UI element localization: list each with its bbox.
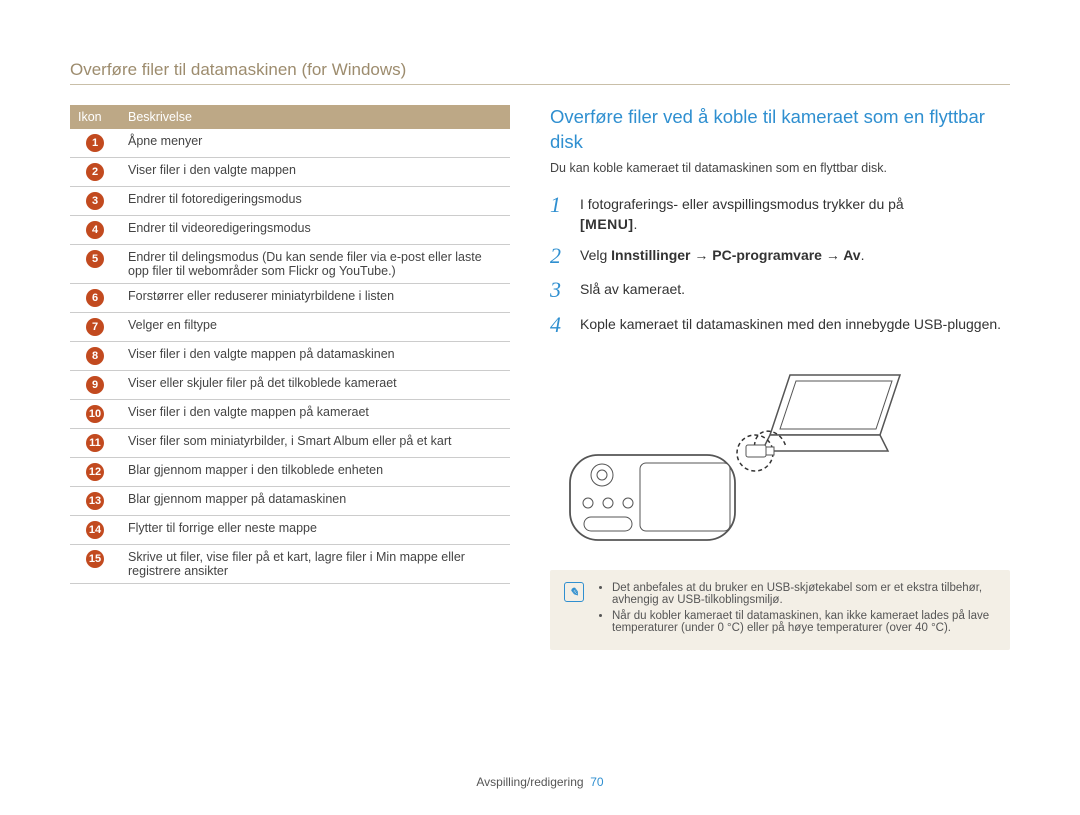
table-row: 7 Velger en filtype — [70, 313, 510, 342]
row-desc: Endrer til videoredigeringsmodus — [120, 216, 510, 245]
row-badge: 8 — [86, 347, 104, 365]
row-badge: 12 — [86, 463, 104, 481]
table-row: 5 Endrer til delingsmodus (Du kan sende f… — [70, 245, 510, 284]
note-box: ✎ Det anbefales at du bruker en USB-skjø… — [550, 570, 1010, 650]
step-number: 3 — [550, 278, 570, 302]
row-badge: 5 — [86, 250, 104, 268]
table-row: 15 Skrive ut filer, vise filer på et kart… — [70, 545, 510, 584]
step-body: Kople kameraet til datamaskinen med den … — [580, 313, 1010, 337]
row-desc: Forstørrer eller reduserer miniatyrbilde… — [120, 284, 510, 313]
table-row: 11 Viser filer som miniatyrbilder, i Smar… — [70, 429, 510, 458]
step-number: 4 — [550, 313, 570, 337]
step-body: Slå av kameraet. — [580, 278, 1010, 302]
row-desc: Blar gjennom mapper på datamaskinen — [120, 487, 510, 516]
row-desc: Blar gjennom mapper i den tilkoblede enh… — [120, 458, 510, 487]
step: 3 Slå av kameraet. — [550, 278, 1010, 302]
row-badge: 14 — [86, 521, 104, 539]
table-row: 13 Blar gjennom mapper på datamaskinen — [70, 487, 510, 516]
row-desc: Viser eller skjuler filer på det tilkobl… — [120, 371, 510, 400]
row-desc: Viser filer i den valgte mappen — [120, 158, 510, 187]
table-row: 3 Endrer til fotoredigeringsmodus — [70, 187, 510, 216]
step-body: I fotograferings- eller avspillingsmodus… — [580, 193, 1010, 234]
icon-table: Ikon Beskrivelse 1 Åpne menyer 2 Viser file… — [70, 105, 510, 584]
row-badge: 13 — [86, 492, 104, 510]
table-row: 10 Viser filer i den valgte mappen på kam… — [70, 400, 510, 429]
row-badge: 2 — [86, 163, 104, 181]
page-footer: Avspilling/redigering 70 — [0, 775, 1080, 789]
table-row: 8 Viser filer i den valgte mappen på data… — [70, 342, 510, 371]
step: 2 Velg Innstillinger → PC-programvare → A… — [550, 244, 1010, 268]
note-item: Det anbefales at du bruker en USB-skjøte… — [612, 582, 996, 606]
row-desc: Velger en filtype — [120, 313, 510, 342]
table-row: 9 Viser eller skjuler filer på det tilkob… — [70, 371, 510, 400]
footer-section: Avspilling/redigering — [476, 775, 583, 789]
table-row: 4 Endrer til videoredigeringsmodus — [70, 216, 510, 245]
row-badge: 15 — [86, 550, 104, 568]
row-badge: 11 — [86, 434, 104, 452]
table-row: 12 Blar gjennom mapper i den tilkoblede e… — [70, 458, 510, 487]
table-row: 6 Forstørrer eller reduserer miniatyrbild… — [70, 284, 510, 313]
col-desc: Beskrivelse — [120, 105, 510, 129]
footer-page: 70 — [590, 775, 603, 789]
row-desc: Skrive ut filer, vise filer på et kart, … — [120, 545, 510, 584]
row-badge: 3 — [86, 192, 104, 210]
note-icon: ✎ — [564, 582, 584, 602]
menu-key: [MENU] — [580, 215, 634, 235]
row-desc: Viser filer i den valgte mappen på kamer… — [120, 400, 510, 429]
table-row: 14 Flytter til forrige eller neste mappe — [70, 516, 510, 545]
row-desc: Endrer til fotoredigeringsmodus — [120, 187, 510, 216]
row-badge: 1 — [86, 134, 104, 152]
table-row: 2 Viser filer i den valgte mappen — [70, 158, 510, 187]
row-desc: Åpne menyer — [120, 129, 510, 158]
row-badge: 6 — [86, 289, 104, 307]
page-title: Overføre filer til datamaskinen (for Win… — [70, 60, 1010, 85]
connection-diagram — [550, 365, 910, 545]
section-intro: Du kan koble kameraet til datamaskinen s… — [550, 161, 1010, 175]
col-icon: Ikon — [70, 105, 120, 129]
row-badge: 10 — [86, 405, 104, 423]
row-badge: 9 — [86, 376, 104, 394]
row-desc: Viser filer i den valgte mappen på datam… — [120, 342, 510, 371]
step-number: 2 — [550, 244, 570, 268]
row-badge: 7 — [86, 318, 104, 336]
section-title: Overføre filer ved å koble til kameraet … — [550, 105, 1010, 155]
row-desc: Flytter til forrige eller neste mappe — [120, 516, 510, 545]
step: 1I fotograferings- eller avspillingsmodu… — [550, 193, 1010, 234]
table-row: 1 Åpne menyer — [70, 129, 510, 158]
row-desc: Viser filer som miniatyrbilder, i Smart … — [120, 429, 510, 458]
step: 4 Kople kameraet til datamaskinen med den… — [550, 313, 1010, 337]
note-item: Når du kobler kameraet til datamaskinen,… — [612, 610, 996, 634]
step-body: Velg Innstillinger → PC-programvare → Av… — [580, 244, 1010, 268]
step-number: 1 — [550, 193, 570, 234]
row-desc: Endrer til delingsmodus (Du kan sende fi… — [120, 245, 510, 284]
row-badge: 4 — [86, 221, 104, 239]
